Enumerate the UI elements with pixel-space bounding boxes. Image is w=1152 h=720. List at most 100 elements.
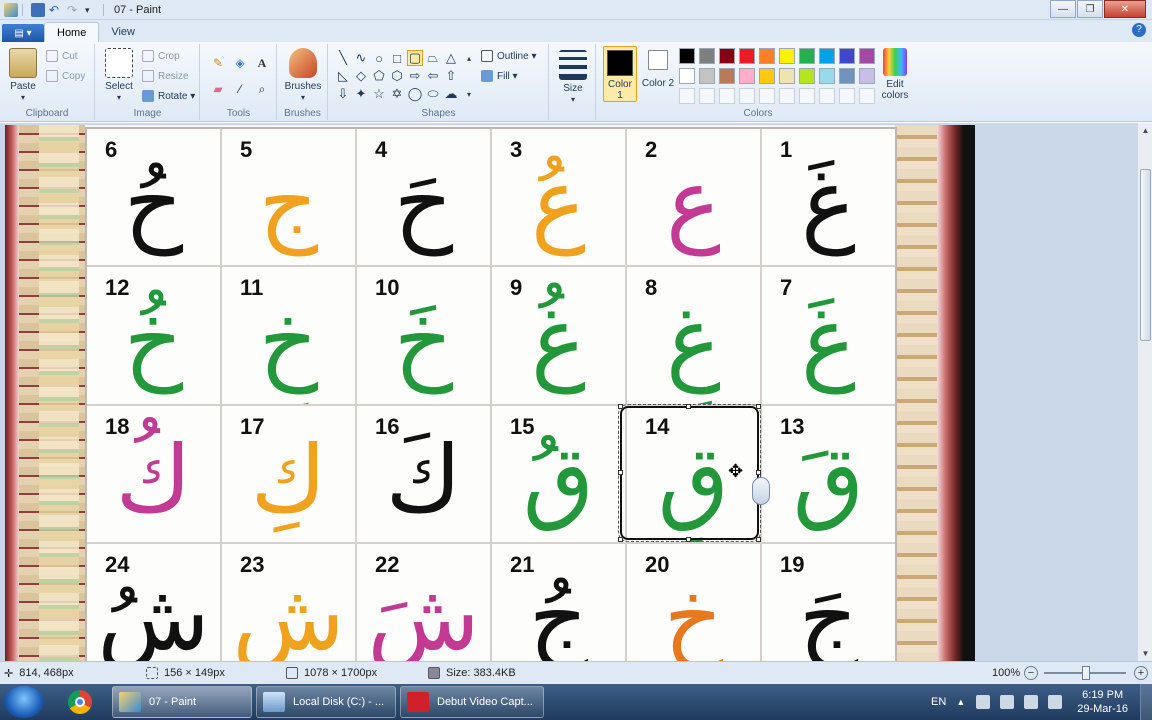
volume-icon[interactable] [1048, 695, 1063, 709]
palette-swatch[interactable] [839, 48, 855, 64]
color-picker-icon[interactable]: ⁄ [231, 80, 249, 98]
selection-handle-n[interactable] [686, 404, 691, 409]
palette-swatch[interactable] [859, 68, 875, 84]
rounded-callout-shape-icon[interactable]: ◯ [407, 86, 423, 102]
start-button[interactable] [4, 686, 44, 718]
brushes-button[interactable]: Brushes ▾ [284, 48, 322, 103]
selection-handle-sw[interactable] [618, 537, 623, 542]
custom-color-slot[interactable] [779, 88, 795, 104]
canvas[interactable]: 1 غَ 2 ع 3 عُ 4 حَ 5 جِ 6 حُ 7 غَ 8 غِ 9 غُ 10 خَ 11 خِ 12 خُ 13… [5, 125, 975, 661]
color1-button[interactable]: Color 1 [603, 46, 637, 102]
taskbar-explorer[interactable]: Local Disk (C:) - ... [256, 686, 396, 718]
oval-callout-shape-icon[interactable]: ⬭ [425, 86, 441, 102]
taskbar-paint[interactable]: 07 - Paint [112, 686, 252, 718]
oval-shape-icon[interactable]: ○ [371, 50, 387, 66]
fill-bucket-icon[interactable]: ◈ [231, 54, 249, 72]
selection-handle-nw[interactable] [618, 404, 623, 409]
shapes-scroll-up-icon[interactable]: ▴ [461, 50, 477, 66]
battery-icon[interactable] [1000, 695, 1015, 709]
taskbar-debut[interactable]: Debut Video Capt... [400, 686, 544, 718]
palette-swatch[interactable] [679, 68, 695, 84]
right-triangle-shape-icon[interactable]: ◺ [335, 68, 351, 84]
selection-handle-s[interactable] [686, 537, 691, 542]
magnifier-icon[interactable]: ⌕ [253, 80, 271, 98]
right-arrow-shape-icon[interactable]: ⇨ [407, 68, 423, 84]
palette-swatch[interactable] [839, 68, 855, 84]
palette-swatch[interactable] [859, 48, 875, 64]
save-icon[interactable] [31, 2, 45, 17]
custom-color-slot[interactable] [799, 88, 815, 104]
cut-button[interactable]: Cut [46, 50, 78, 62]
six-point-star-shape-icon[interactable]: ✡ [389, 86, 405, 102]
palette-swatch[interactable] [739, 48, 755, 64]
brushes-dropdown-icon[interactable]: ▾ [301, 93, 305, 102]
palette-swatch[interactable] [759, 48, 775, 64]
selection-handle-ne[interactable] [756, 404, 761, 409]
custom-color-slot[interactable] [699, 88, 715, 104]
eraser-icon[interactable]: ▰ [209, 80, 227, 98]
rectangle-shape-icon[interactable]: □ [389, 50, 405, 66]
palette-swatch[interactable] [759, 68, 775, 84]
palette-swatch[interactable] [719, 48, 735, 64]
palette-swatch[interactable] [719, 68, 735, 84]
palette-swatch[interactable] [799, 48, 815, 64]
custom-color-slot[interactable] [819, 88, 835, 104]
network-icon[interactable] [1024, 695, 1039, 709]
show-hidden-icons-icon[interactable]: ▲ [956, 697, 965, 707]
zoom-out-button[interactable]: − [1024, 666, 1038, 680]
chrome-taskbar-icon[interactable] [60, 688, 100, 716]
minimize-button[interactable]: — [1050, 0, 1076, 18]
undo-icon[interactable]: ↶ [49, 3, 63, 17]
pentagon-shape-icon[interactable]: ⬠ [371, 68, 387, 84]
line-shape-icon[interactable]: ╲ [335, 50, 351, 66]
shapes-more-icon[interactable]: ▾ [461, 86, 477, 102]
copy-button[interactable]: Copy [46, 70, 85, 82]
select-dropdown-icon[interactable]: ▾ [117, 93, 121, 102]
scroll-thumb[interactable] [1140, 169, 1151, 341]
show-desktop-button[interactable] [1140, 684, 1152, 720]
rounded-rectangle-shape-icon[interactable]: ▢ [407, 50, 423, 66]
size-button[interactable]: Size ▾ [556, 50, 590, 105]
size-dropdown-icon[interactable]: ▾ [571, 95, 575, 104]
down-arrow-shape-icon[interactable]: ⇩ [335, 86, 351, 102]
palette-swatch[interactable] [799, 68, 815, 84]
selection-handle-w[interactable] [618, 470, 623, 475]
pencil-icon[interactable]: ✎ [209, 54, 227, 72]
selection-handle-e[interactable] [756, 470, 761, 475]
scroll-up-icon[interactable]: ▲ [1138, 123, 1152, 138]
custom-color-slot[interactable] [679, 88, 695, 104]
diamond-shape-icon[interactable]: ◇ [353, 68, 369, 84]
custom-color-slot[interactable] [759, 88, 775, 104]
four-point-star-shape-icon[interactable]: ✦ [353, 86, 369, 102]
language-indicator[interactable]: EN [931, 696, 946, 708]
action-center-icon[interactable] [976, 695, 991, 709]
zoom-slider-thumb[interactable] [1082, 666, 1090, 680]
curve-shape-icon[interactable]: ∿ [353, 50, 369, 66]
palette-swatch[interactable] [819, 48, 835, 64]
triangle-shape-icon[interactable]: △ [443, 50, 459, 66]
left-arrow-shape-icon[interactable]: ⇦ [425, 68, 441, 84]
palette-swatch[interactable] [819, 68, 835, 84]
palette-swatch[interactable] [779, 48, 795, 64]
rotate-button[interactable]: Rotate ▾ [142, 90, 195, 102]
edit-colors-button[interactable]: Edit colors [877, 48, 913, 101]
paint-app-icon[interactable] [4, 2, 18, 17]
up-arrow-shape-icon[interactable]: ⇧ [443, 68, 459, 84]
help-icon[interactable]: ? [1132, 23, 1146, 37]
polygon-shape-icon[interactable]: ⏢ [425, 50, 441, 66]
palette-swatch[interactable] [779, 68, 795, 84]
paste-dropdown-icon[interactable]: ▾ [21, 93, 25, 102]
clock[interactable]: 6:19 PM 29-Mar-16 [1077, 688, 1128, 716]
custom-color-slot[interactable] [719, 88, 735, 104]
hexagon-shape-icon[interactable]: ⬡ [389, 68, 405, 84]
palette-swatch[interactable] [739, 68, 755, 84]
cloud-callout-shape-icon[interactable]: ☁ [443, 86, 459, 102]
redo-icon[interactable]: ↷ [67, 3, 81, 17]
five-point-star-shape-icon[interactable]: ☆ [371, 86, 387, 102]
crop-button[interactable]: Crop [142, 50, 180, 62]
outline-button[interactable]: Outline ▾ [481, 50, 537, 62]
custom-color-slot[interactable] [739, 88, 755, 104]
fill-button[interactable]: Fill ▾ [481, 70, 518, 82]
vertical-scrollbar[interactable]: ▲ ▼ [1137, 123, 1152, 661]
select-button[interactable]: Select ▾ [102, 48, 136, 103]
